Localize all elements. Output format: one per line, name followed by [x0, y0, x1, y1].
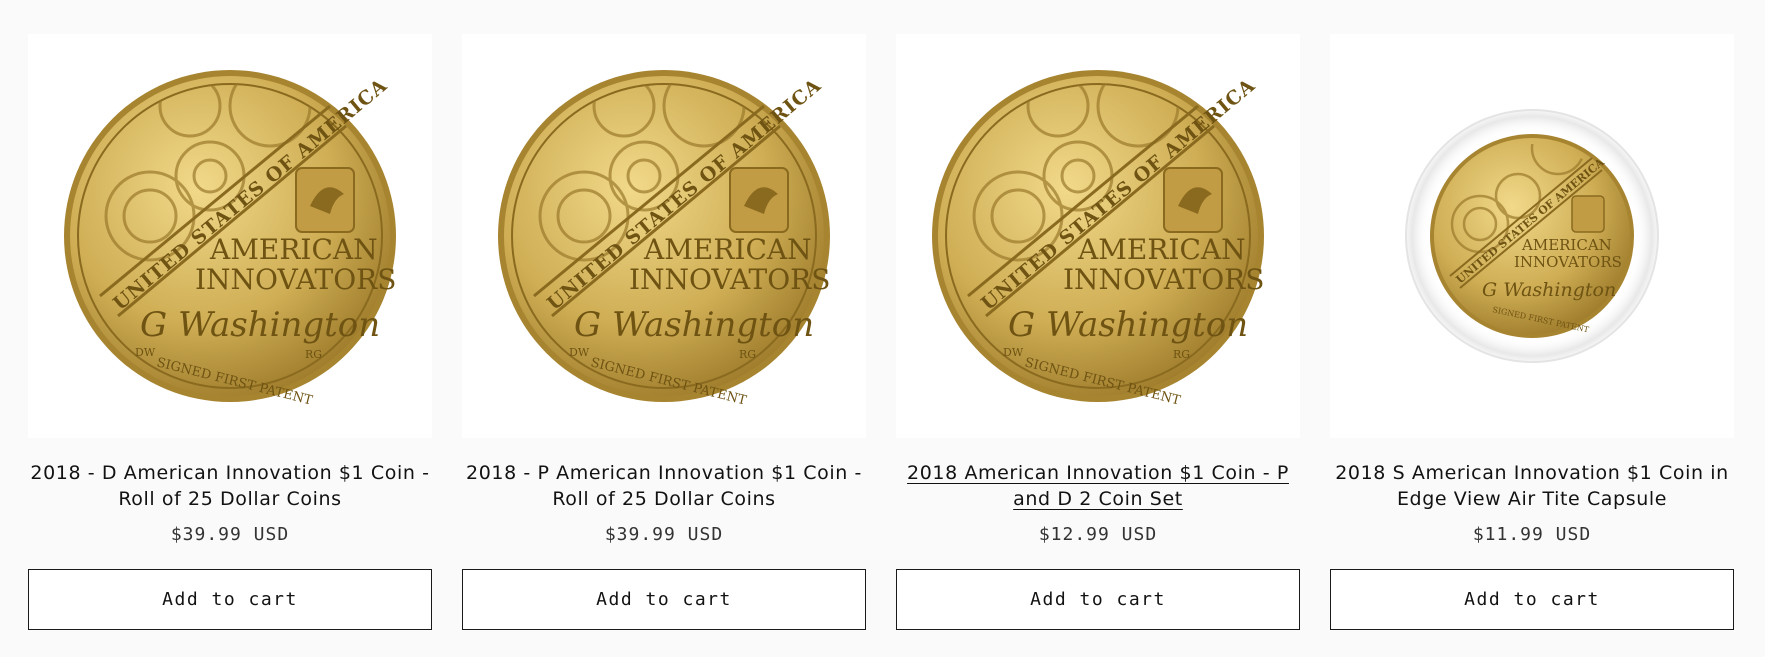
svg-text:DW: DW [1003, 346, 1024, 359]
add-to-cart-button[interactable]: Add to cart [1330, 569, 1734, 630]
svg-text:AMERICAN: AMERICAN [1521, 236, 1612, 254]
product-image-link[interactable]: UNITED STATES OF AMERICA AMERICAN INNOVA… [1330, 34, 1734, 438]
product-title-link[interactable]: 2018 - P American Innovation $1 Coin - R… [462, 460, 866, 512]
svg-text:G Washington: G Washington [574, 305, 814, 345]
add-to-cart-button[interactable]: Add to cart [462, 569, 866, 630]
svg-text:INNOVATORS: INNOVATORS [195, 263, 396, 296]
product-image-link[interactable]: UNITED STATES OF AMERICA AMERICAN INNOVA… [28, 34, 432, 438]
svg-text:RG: RG [739, 348, 756, 361]
svg-text:G Washington: G Washington [1482, 279, 1616, 301]
add-to-cart-button[interactable]: Add to cart [28, 569, 432, 630]
product-price: $12.99 USD [1038, 524, 1158, 545]
add-to-cart-button[interactable]: Add to cart [896, 569, 1300, 630]
product-image-link[interactable]: UNITED STATES OF AMERICA AMERICAN INNOVA… [896, 34, 1300, 438]
svg-text:AMERICAN: AMERICAN [209, 233, 378, 266]
svg-text:DW: DW [135, 346, 156, 359]
coin-image: UNITED STATES OF AMERICA AMERICAN INNOVA… [64, 70, 396, 406]
svg-text:INNOVATORS: INNOVATORS [1063, 263, 1264, 296]
product-title-link[interactable]: 2018 American Innovation $1 Coin - P and… [896, 460, 1300, 512]
product-price: $39.99 USD [604, 524, 724, 545]
coin-image: UNITED STATES OF AMERICA AMERICAN INNOVA… [498, 70, 830, 406]
product-image-link[interactable]: UNITED STATES OF AMERICA AMERICAN INNOVA… [462, 34, 866, 438]
product-card: UNITED STATES OF AMERICA AMERICAN INNOVA… [462, 34, 866, 630]
svg-text:RG: RG [305, 348, 322, 361]
svg-text:RG: RG [1173, 348, 1190, 361]
svg-text:G Washington: G Washington [1008, 305, 1248, 345]
svg-text:DW: DW [569, 346, 590, 359]
product-grid: UNITED STATES OF AMERICA AMERICAN INNOVA… [28, 34, 1734, 630]
svg-text:AMERICAN: AMERICAN [1077, 233, 1246, 266]
product-price: $11.99 USD [1472, 524, 1592, 545]
product-card: UNITED STATES OF AMERICA AMERICAN INNOVA… [28, 34, 432, 630]
product-price: $39.99 USD [170, 524, 290, 545]
coin-in-capsule-image: UNITED STATES OF AMERICA AMERICAN INNOVA… [1405, 109, 1659, 363]
coin-image: UNITED STATES OF AMERICA AMERICAN INNOVA… [932, 70, 1264, 406]
svg-text:G Washington: G Washington [140, 305, 380, 345]
svg-text:INNOVATORS: INNOVATORS [1514, 253, 1622, 271]
product-title-link[interactable]: 2018 S American Innovation $1 Coin in Ed… [1330, 460, 1734, 512]
svg-text:INNOVATORS: INNOVATORS [629, 263, 830, 296]
product-card: UNITED STATES OF AMERICA AMERICAN INNOVA… [1330, 34, 1734, 630]
product-title-link[interactable]: 2018 - D American Innovation $1 Coin - R… [28, 460, 432, 512]
svg-text:AMERICAN: AMERICAN [643, 233, 812, 266]
product-card: UNITED STATES OF AMERICA AMERICAN INNOVA… [896, 34, 1300, 630]
